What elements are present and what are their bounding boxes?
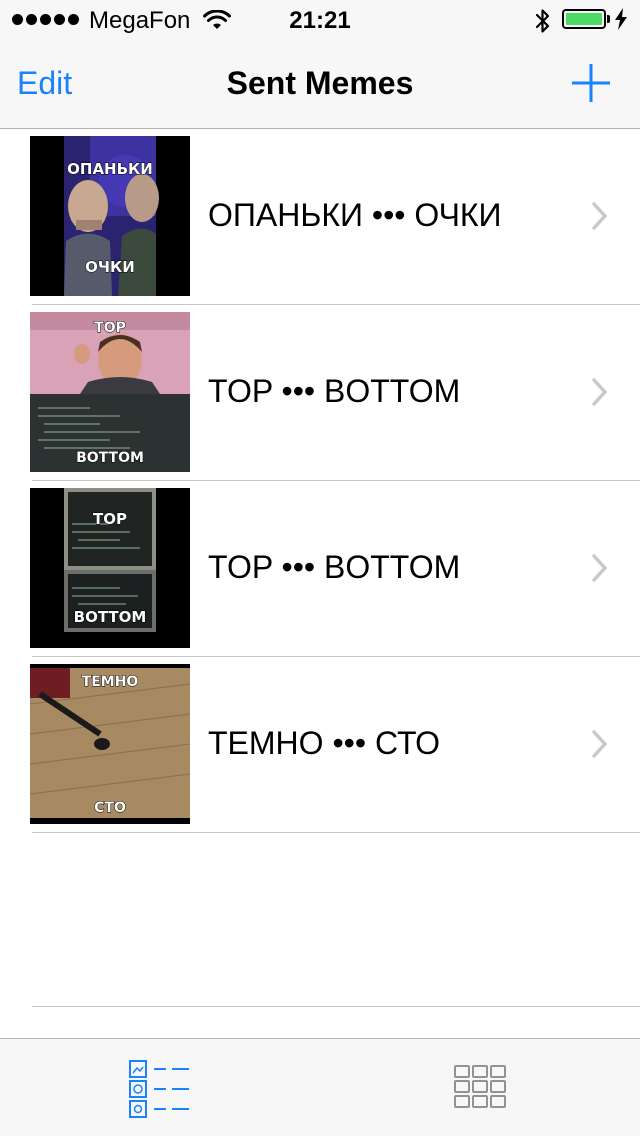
table-row[interactable]: TOP BOTTOM TOP ••• BOTTOM	[0, 481, 640, 657]
meme-label: TOP ••• BOTTOM	[208, 373, 461, 409]
chevron-right-icon	[592, 730, 607, 758]
battery-tip	[607, 15, 610, 23]
table-row[interactable]: TOP BOTTOM TOP ••• BOTTOM	[0, 305, 640, 481]
table-bottom-separator	[32, 1006, 640, 1007]
charging-bolt-icon	[615, 8, 627, 30]
meme-top-text: ТЕМНО	[82, 674, 139, 690]
memes-table: ОПАНЬКИ ОЧКИ ОПАНЬКИ ••• ОЧКИ TOP BOTTOM…	[0, 129, 640, 833]
page-title: Sent Memes	[226, 65, 414, 101]
tab-table-list[interactable]	[126, 1057, 192, 1119]
meme-label: ОПАНЬКИ ••• ОЧКИ	[208, 197, 502, 233]
meme-bottom-text: СТО	[94, 800, 126, 816]
grid-collection-icon	[454, 1065, 506, 1108]
tab-collection-grid[interactable]	[452, 1063, 508, 1111]
chevron-right-icon	[592, 554, 607, 582]
meme-top-text: TOP	[93, 510, 127, 528]
table-list-icon	[129, 1060, 189, 1118]
bluetooth-icon	[535, 9, 550, 33]
tab-bar	[0, 1038, 640, 1136]
meme-thumbnail: ТЕМНО СТО	[30, 664, 190, 824]
sent-memes-screen: MegaFon 21:21 Edit Sent Memes ОПАНЬКИ ОЧ…	[0, 0, 640, 1136]
meme-thumbnail: TOP BOTTOM	[30, 312, 190, 472]
meme-bottom-text: ОЧКИ	[85, 258, 135, 276]
plus-icon	[572, 64, 610, 102]
status-bar: MegaFon 21:21	[0, 0, 640, 40]
table-row[interactable]: ОПАНЬКИ ОЧКИ ОПАНЬКИ ••• ОЧКИ	[0, 129, 640, 305]
navigation-bar: Edit Sent Memes	[0, 40, 640, 129]
meme-label: ТЕМНО ••• СТО	[208, 725, 440, 761]
row-separator	[32, 832, 640, 833]
meme-top-text: TOP	[94, 320, 126, 336]
meme-top-text: ОПАНЬКИ	[67, 160, 153, 178]
add-meme-button[interactable]	[570, 62, 612, 104]
chevron-right-icon	[592, 202, 607, 230]
table-row[interactable]: ТЕМНО СТО ТЕМНО ••• СТО	[0, 657, 640, 833]
meme-bottom-text: BOTTOM	[76, 450, 144, 466]
battery-icon	[562, 9, 606, 29]
battery-level-fill	[566, 13, 602, 25]
meme-label: TOP ••• BOTTOM	[208, 549, 461, 585]
meme-bottom-text: BOTTOM	[74, 608, 147, 626]
meme-thumbnail: ОПАНЬКИ ОЧКИ	[30, 136, 190, 296]
chevron-right-icon	[592, 378, 607, 406]
meme-thumbnail: TOP BOTTOM	[30, 488, 190, 648]
